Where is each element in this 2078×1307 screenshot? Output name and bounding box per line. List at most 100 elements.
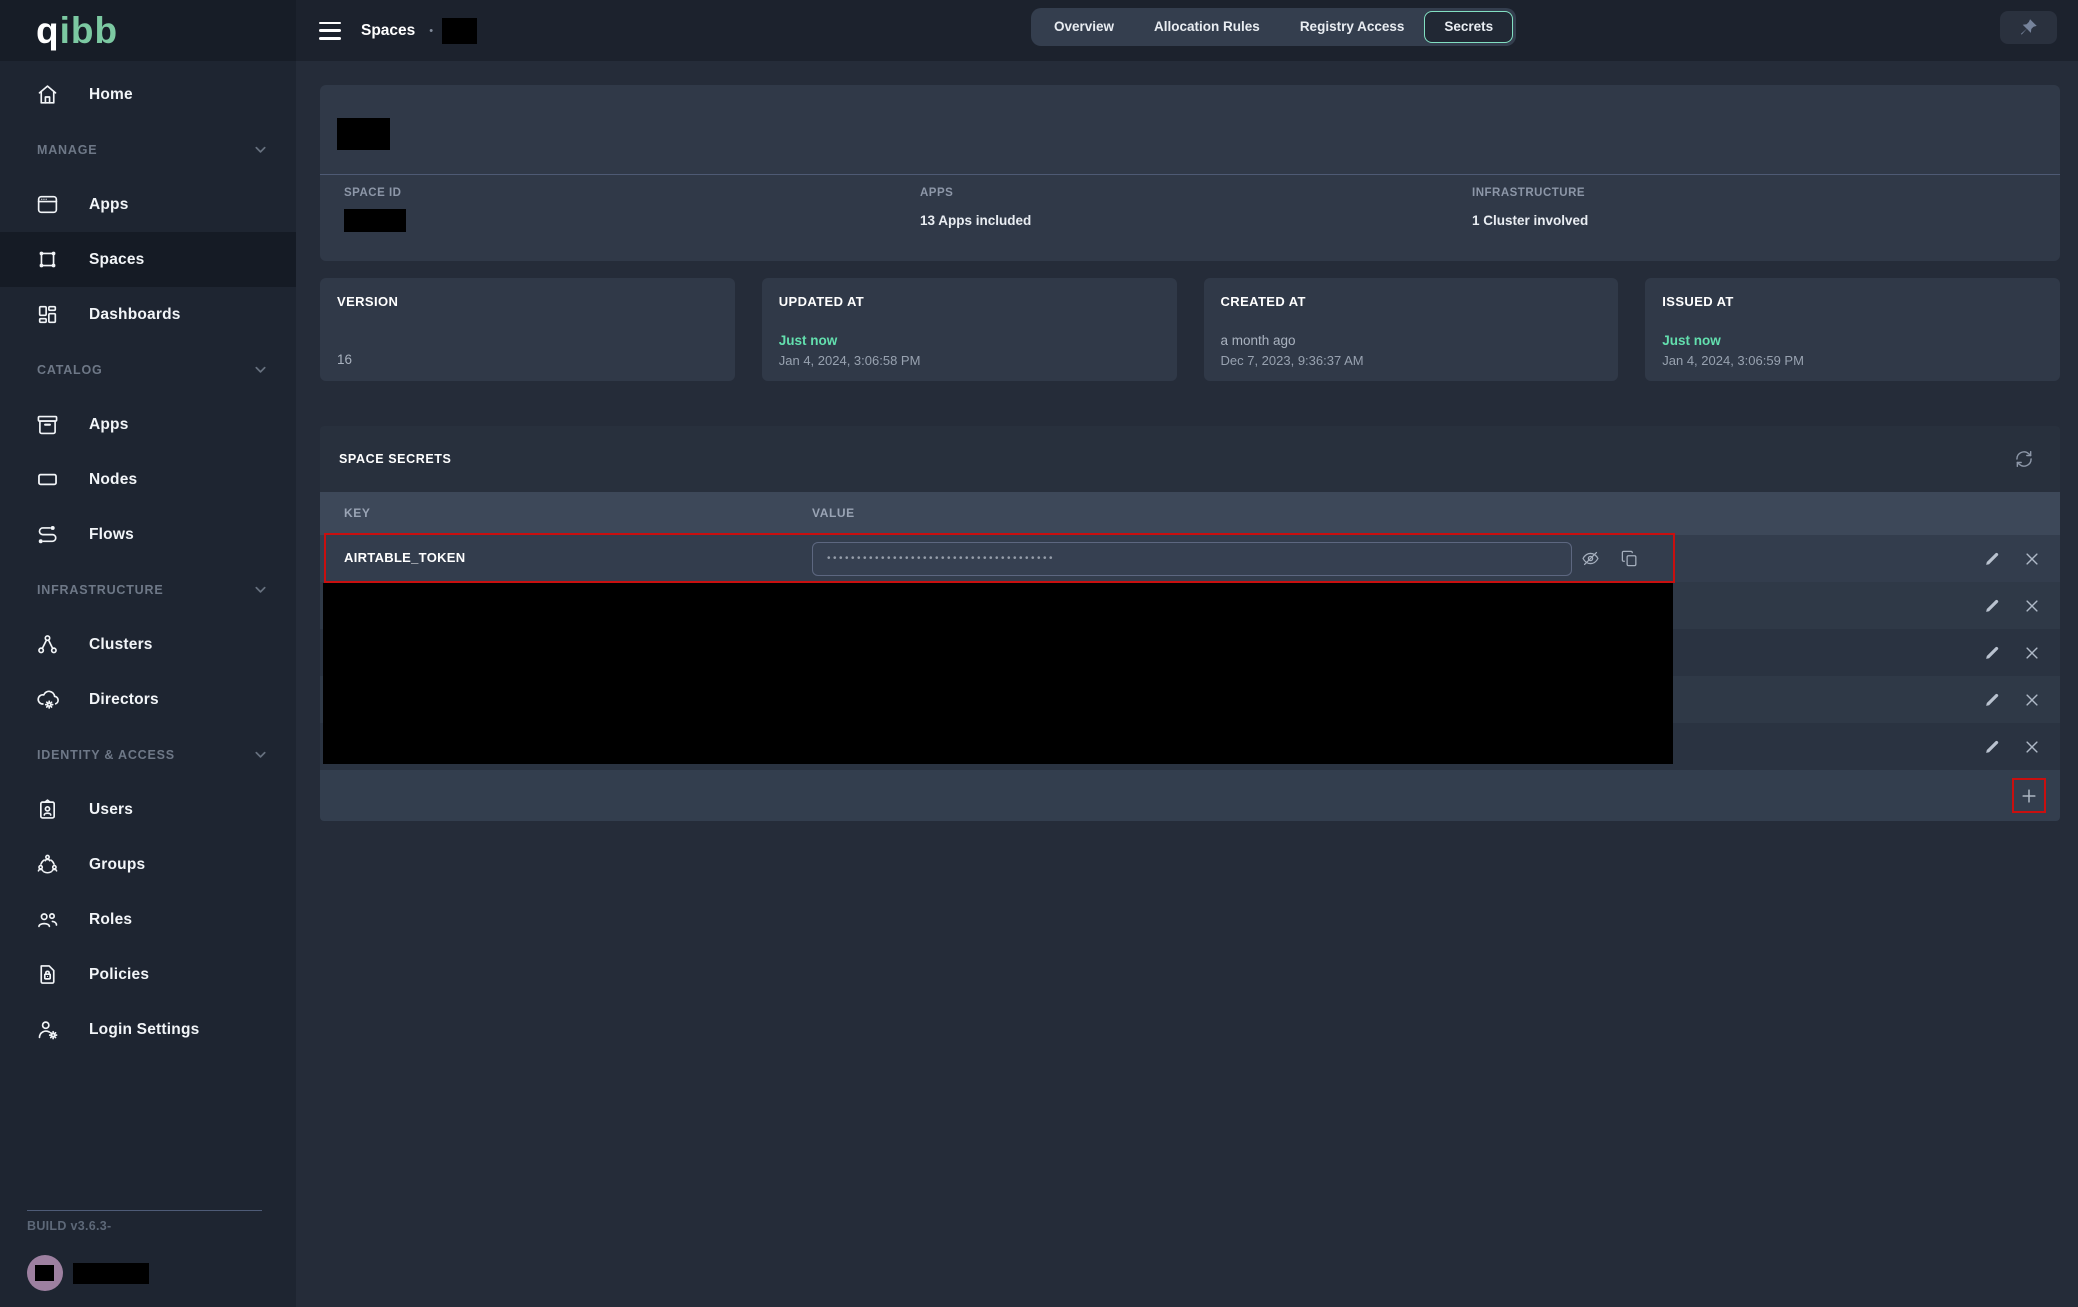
redacted-space-id xyxy=(344,209,406,232)
plus-icon xyxy=(2019,786,2039,806)
secret-value-input[interactable]: •••••••••••••••••••••••••••••••••••••• xyxy=(812,542,1572,576)
updated-at-timestamp: Jan 4, 2024, 3:06:58 PM xyxy=(779,353,921,368)
created-at-label: CREATED AT xyxy=(1221,294,1306,309)
eye-off-icon xyxy=(1581,549,1600,568)
key-column-header: KEY xyxy=(344,506,370,520)
qibb-logo[interactable]: qibb xyxy=(36,12,118,49)
section-header-label: IDENTITY & ACCESS xyxy=(37,748,253,762)
close-icon xyxy=(2023,691,2041,709)
breadcrumb-separator: • xyxy=(429,25,433,37)
build-version: BUILD v3.6.3- xyxy=(27,1219,296,1233)
edit-secret-button[interactable] xyxy=(1978,733,2006,761)
secret-key: AIRTABLE_TOKEN xyxy=(344,550,465,565)
sidebar-item-dashboards[interactable]: Dashboards xyxy=(0,287,296,342)
sidebar-section-infrastructure[interactable]: INFRASTRUCTURE xyxy=(0,562,296,617)
sidebar-item-label: Users xyxy=(89,801,133,819)
delete-secret-button[interactable] xyxy=(2018,733,2046,761)
created-at-relative: a month ago xyxy=(1221,333,1296,348)
redacted-space-name xyxy=(442,18,477,44)
sidebar-item-clusters[interactable]: Clusters xyxy=(0,617,296,672)
sidebar-item-label: Groups xyxy=(89,856,145,874)
updated-at-card: UPDATED AT Just now Jan 4, 2024, 3:06:58… xyxy=(762,278,1177,381)
edit-secret-button[interactable] xyxy=(1978,639,2006,667)
sidebar-item-nodes[interactable]: Nodes xyxy=(0,452,296,507)
user-gear-icon xyxy=(34,1017,60,1043)
space-id-label: SPACE ID xyxy=(344,187,406,199)
space-overview-card: SPACE ID APPS 13 Apps included INFRASTRU… xyxy=(320,85,2060,261)
logo-band: qibb xyxy=(0,0,296,61)
home-icon xyxy=(34,82,60,108)
refresh-button[interactable] xyxy=(2010,445,2038,473)
sidebar-item-roles[interactable]: Roles xyxy=(0,892,296,947)
cloud-gear-icon xyxy=(34,687,60,713)
sidebar-item-label: Clusters xyxy=(89,636,153,654)
sidebar-item-apps-manage[interactable]: Apps xyxy=(0,177,296,232)
page-title: Spaces xyxy=(361,22,415,40)
sidebar-section-manage[interactable]: MANAGE xyxy=(0,122,296,177)
sidebar-section-catalog[interactable]: CATALOG xyxy=(0,342,296,397)
tab-registry-access[interactable]: Registry Access xyxy=(1280,11,1425,43)
sidebar-item-apps-catalog[interactable]: Apps xyxy=(0,397,296,452)
sidebar-item-label: Login Settings xyxy=(89,1021,199,1039)
delete-secret-button[interactable] xyxy=(2018,545,2046,573)
value-column-header: VALUE xyxy=(812,506,855,520)
updated-at-relative: Just now xyxy=(779,333,838,348)
avatar[interactable] xyxy=(27,1255,63,1291)
sidebar-item-policies[interactable]: Policies xyxy=(0,947,296,1002)
version-card: VERSION 16 xyxy=(320,278,735,381)
sidebar-item-login-settings[interactable]: Login Settings xyxy=(0,1002,296,1057)
qibb-app-window: qibb Home MANAGE Apps xyxy=(0,0,2078,1307)
delete-secret-button[interactable] xyxy=(2018,639,2046,667)
refresh-icon xyxy=(2014,449,2034,469)
issued-at-label: ISSUED AT xyxy=(1662,294,1734,309)
people-icon xyxy=(34,907,60,933)
sidebar-item-flows[interactable]: Flows xyxy=(0,507,296,562)
edit-secret-button[interactable] xyxy=(1978,545,2006,573)
copy-value-button[interactable] xyxy=(1615,544,1643,572)
pencil-icon xyxy=(1983,550,2001,568)
issued-at-card: ISSUED AT Just now Jan 4, 2024, 3:06:59 … xyxy=(1645,278,2060,381)
chevron-down-icon xyxy=(253,582,268,597)
chevron-down-icon xyxy=(253,747,268,762)
sidebar-item-users[interactable]: Users xyxy=(0,782,296,837)
sidebar-item-label: Policies xyxy=(89,966,149,984)
delete-secret-button[interactable] xyxy=(2018,592,2046,620)
section-header-label: INFRASTRUCTURE xyxy=(37,583,253,597)
pencil-icon xyxy=(1983,738,2001,756)
tab-overview[interactable]: Overview xyxy=(1034,11,1134,43)
overview-divider xyxy=(320,174,2060,175)
pin-button[interactable] xyxy=(2000,11,2057,44)
spaces-frame-icon xyxy=(34,247,60,273)
add-secret-button[interactable] xyxy=(2015,782,2043,810)
sidebar-item-label: Apps xyxy=(89,196,129,214)
sidebar-item-home[interactable]: Home xyxy=(0,67,296,122)
sidebar-item-spaces[interactable]: Spaces xyxy=(0,232,296,287)
updated-at-label: UPDATED AT xyxy=(779,294,864,309)
flows-icon xyxy=(34,522,60,548)
secrets-panel-footer xyxy=(320,770,2060,821)
created-at-timestamp: Dec 7, 2023, 9:36:37 AM xyxy=(1221,353,1364,368)
issued-at-timestamp: Jan 4, 2024, 3:06:59 PM xyxy=(1662,353,1804,368)
created-at-card: CREATED AT a month ago Dec 7, 2023, 9:36… xyxy=(1204,278,1619,381)
tab-secrets[interactable]: Secrets xyxy=(1424,11,1513,43)
section-header-label: MANAGE xyxy=(37,143,253,157)
edit-secret-button[interactable] xyxy=(1978,592,2006,620)
secrets-table-header: KEY VALUE xyxy=(320,492,2060,535)
hamburger-menu-icon[interactable] xyxy=(319,22,341,40)
sidebar-nav: Home MANAGE Apps Spaces xyxy=(0,61,296,1057)
user-account-row[interactable] xyxy=(27,1255,296,1291)
close-icon xyxy=(2023,550,2041,568)
sidebar-section-identity-access[interactable]: IDENTITY & ACCESS xyxy=(0,727,296,782)
tab-allocation-rules[interactable]: Allocation Rules xyxy=(1134,11,1280,43)
tab-bar: Overview Allocation Rules Registry Acces… xyxy=(1031,8,1516,46)
apps-window-icon xyxy=(34,192,60,218)
sidebar-item-label: Dashboards xyxy=(89,306,181,324)
sidebar-item-directors[interactable]: Directors xyxy=(0,672,296,727)
sidebar-item-groups[interactable]: Groups xyxy=(0,837,296,892)
toggle-visibility-button[interactable] xyxy=(1576,544,1604,572)
edit-secret-button[interactable] xyxy=(1978,686,2006,714)
pencil-icon xyxy=(1983,691,2001,709)
delete-secret-button[interactable] xyxy=(2018,686,2046,714)
main-content: SPACE ID APPS 13 Apps included INFRASTRU… xyxy=(296,61,2078,1307)
redacted-user-name xyxy=(73,1263,149,1284)
